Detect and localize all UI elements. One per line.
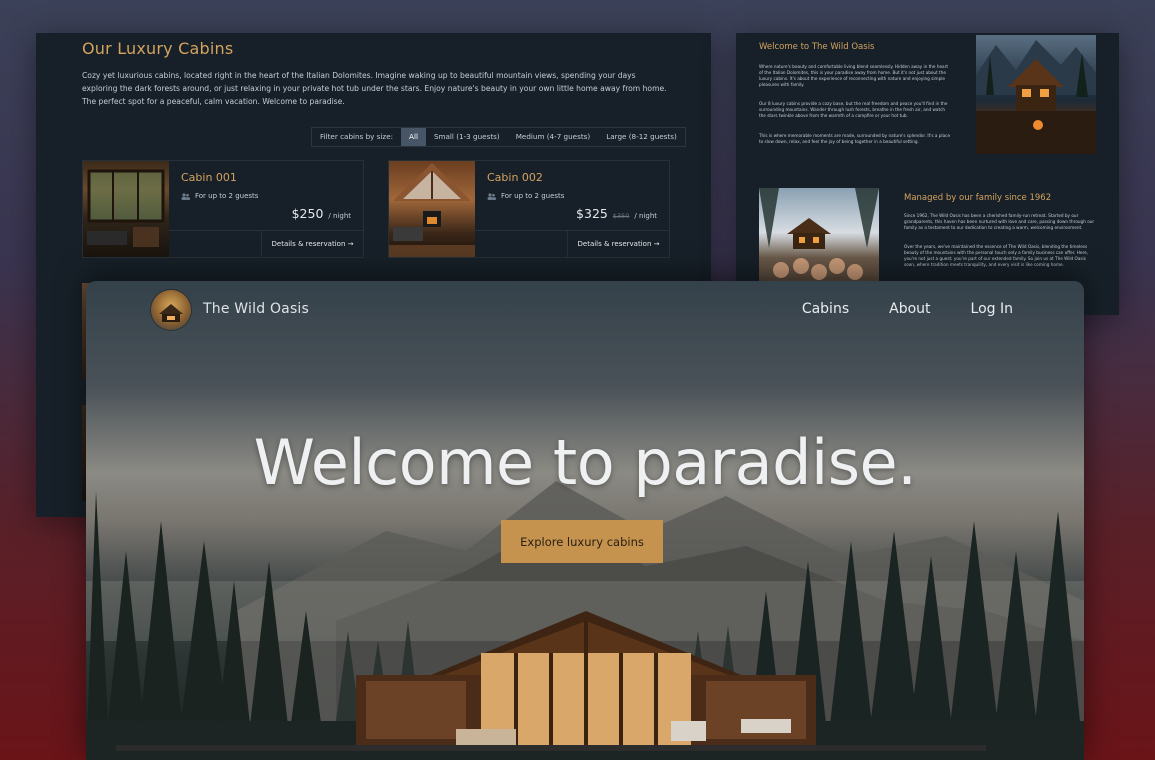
page-title: Our Luxury Cabins	[82, 39, 234, 58]
brand-name[interactable]: The Wild Oasis	[203, 301, 309, 317]
nav-about[interactable]: About	[889, 301, 930, 317]
hero-headline: Welcome to paradise.	[253, 426, 917, 499]
cabin-card: Cabin 002 For up to 2 guests $325 $350 /…	[388, 160, 670, 258]
about-paragraph: This is where memorable moments are made…	[759, 133, 951, 144]
main-nav: Cabins About Log In	[802, 301, 1013, 317]
guests-info: For up to 2 guests	[181, 192, 258, 200]
cabin-name: Cabin 002	[487, 171, 543, 184]
old-price: $350	[612, 212, 630, 220]
filter-label: Filter cabins by size:	[320, 132, 394, 141]
welcome-title: Welcome to The Wild Oasis	[759, 42, 875, 52]
filter-large[interactable]: Large (8-12 guests)	[598, 128, 685, 146]
guests-label: For up to 2 guests	[195, 192, 259, 200]
about-page-preview: Welcome to The Wild Oasis Where nature's…	[736, 33, 1119, 315]
filter-medium[interactable]: Medium (4-7 guests)	[508, 128, 599, 146]
about-paragraph: Where nature's beauty and comfortable li…	[759, 64, 948, 87]
cabin-image	[83, 161, 169, 257]
cabin-card: Cabin 001 For up to 2 guests $250 / nigh…	[82, 160, 364, 258]
price-value: $250	[291, 206, 324, 221]
per-night-label: / night	[328, 212, 351, 220]
details-reservation-link[interactable]: Details & reservation →	[261, 230, 363, 257]
cabin-lake-image	[976, 35, 1096, 154]
details-reservation-link[interactable]: Details & reservation →	[567, 230, 669, 257]
logo-icon[interactable]	[151, 290, 191, 330]
users-icon	[181, 192, 190, 200]
about-paragraph: Since 1962, The Wild Oasis has been a ch…	[904, 213, 1095, 230]
guests-label: For up to 2 guests	[501, 192, 565, 200]
nav-cabins[interactable]: Cabins	[802, 301, 849, 317]
cabin-price: $325 $350 / night	[576, 206, 657, 221]
price-value: $325	[576, 206, 608, 221]
home-page-preview: The Wild Oasis Cabins About Log In Welco…	[86, 281, 1084, 760]
nav-login[interactable]: Log In	[971, 301, 1013, 317]
filter-small[interactable]: Small (1-3 guests)	[426, 128, 508, 146]
users-icon	[487, 192, 496, 200]
cabin-image	[389, 161, 475, 257]
size-filter: Filter cabins by size: All Small (1-3 gu…	[311, 127, 686, 147]
cabins-intro: Cozy yet luxurious cabins, located right…	[82, 71, 667, 106]
cabin-name: Cabin 001	[181, 171, 237, 184]
explore-cabins-button[interactable]: Explore luxury cabins	[501, 520, 663, 563]
about-paragraph: Over the years, we've maintained the ess…	[904, 244, 1089, 267]
filter-all[interactable]: All	[401, 128, 426, 146]
per-night-label: / night	[634, 212, 657, 220]
about-paragraph: Our 8 luxury cabins provide a cozy base,…	[759, 101, 948, 118]
cabin-price: $250 / night	[292, 206, 351, 221]
family-title: Managed by our family since 1962	[904, 193, 1052, 203]
guests-info: For up to 2 guests	[487, 192, 564, 200]
